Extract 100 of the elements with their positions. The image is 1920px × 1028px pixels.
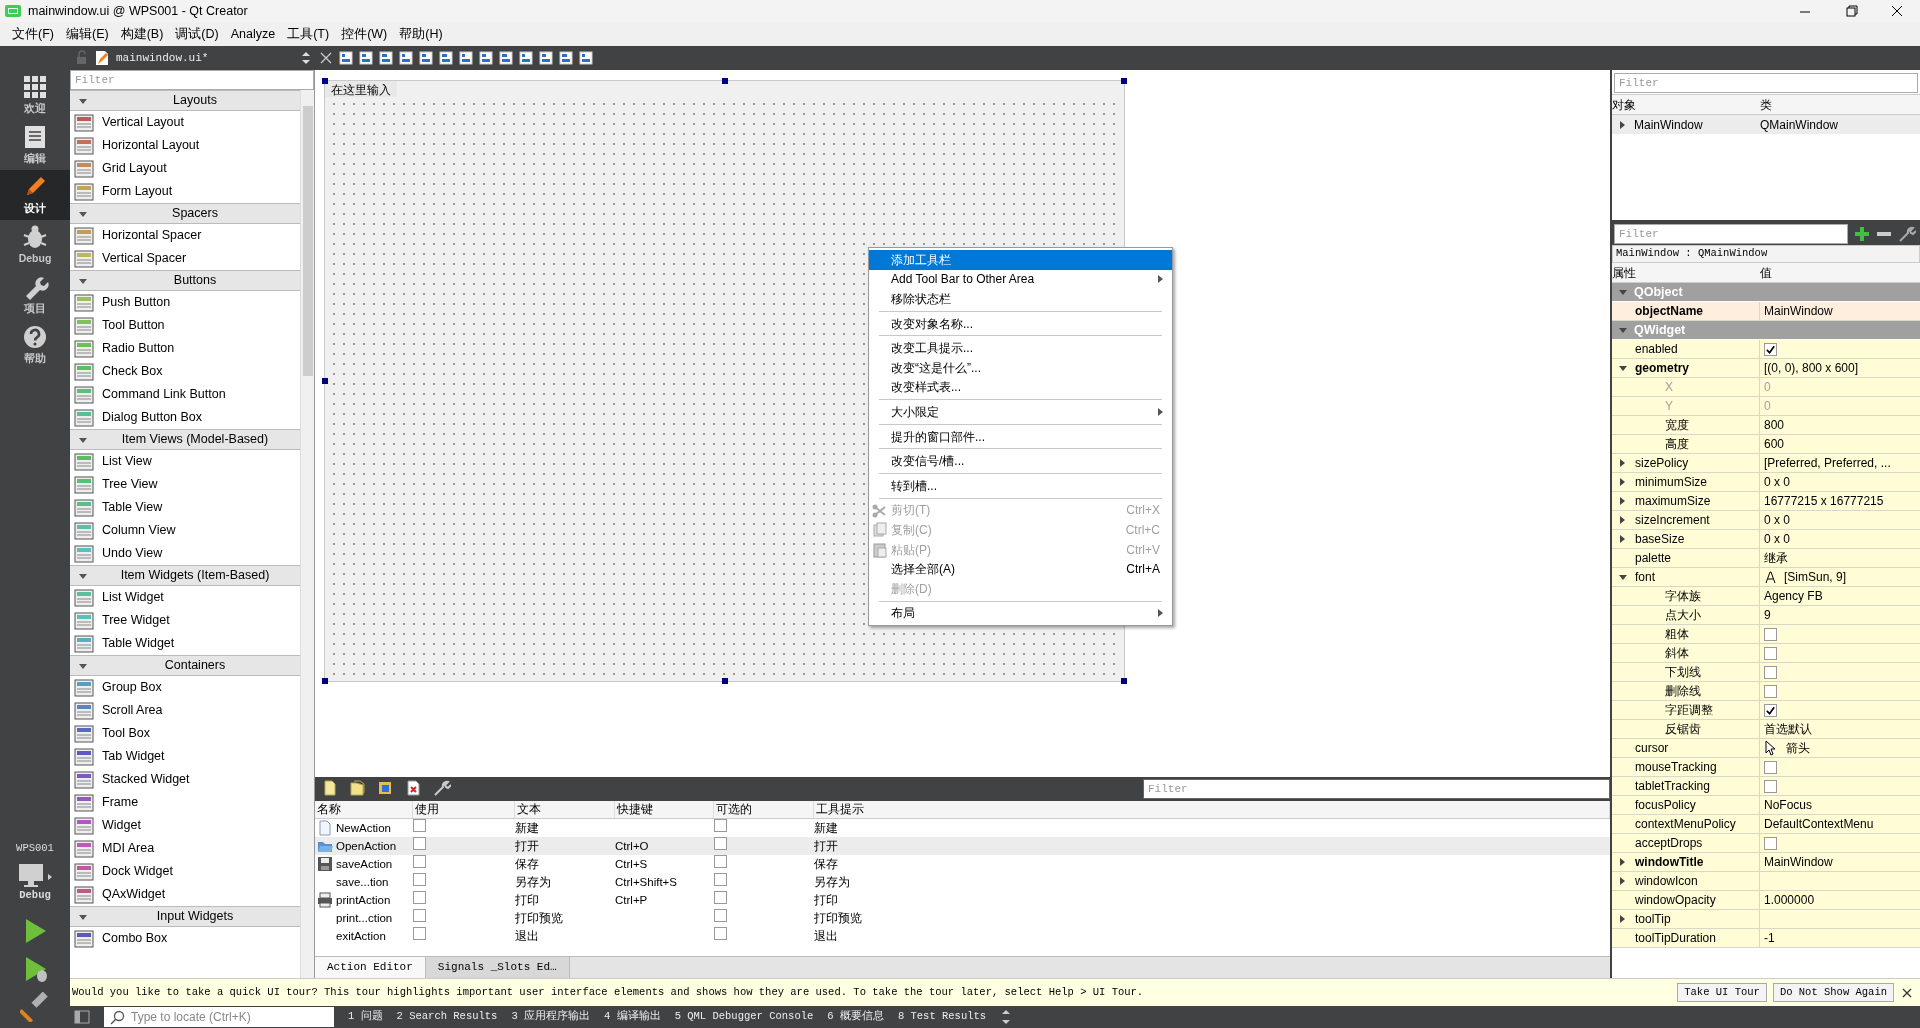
mode-button[interactable]: 编辑: [0, 120, 70, 170]
scrollbar-thumb[interactable]: [302, 106, 313, 376]
widget-item[interactable]: Horizontal Layout: [70, 134, 300, 157]
category-header[interactable]: Buttons: [70, 270, 300, 291]
widget-item[interactable]: Command Link Button: [70, 383, 300, 406]
widget-item[interactable]: Vertical Layout: [70, 111, 300, 134]
layout-tool-icon[interactable]: [458, 50, 474, 66]
widget-item[interactable]: Grid Layout: [70, 157, 300, 180]
widget-item[interactable]: Tool Button: [70, 314, 300, 337]
action-row[interactable]: print...ction 打印预览 打印预览: [315, 909, 1610, 927]
category-header[interactable]: Input Widgets: [70, 906, 300, 927]
wrench-icon[interactable]: [433, 780, 451, 798]
sidebar-toggle-icon[interactable]: [74, 1009, 90, 1025]
layout-tool-icon[interactable]: [418, 50, 434, 66]
checkbox[interactable]: [413, 873, 426, 886]
widget-item[interactable]: Form Layout: [70, 180, 300, 203]
tab[interactable]: Action Editor: [315, 957, 426, 978]
checkbox[interactable]: [1764, 627, 1777, 641]
new-file-icon[interactable]: [321, 780, 339, 798]
checkbox[interactable]: [1764, 760, 1777, 774]
category-header[interactable]: Item Views (Model-Based): [70, 429, 300, 450]
checkbox[interactable]: [1764, 684, 1777, 698]
column-header[interactable]: 名称: [315, 801, 413, 819]
action-row[interactable]: exitAction 退出 退出: [315, 927, 1610, 945]
menu-item[interactable]: Analyze: [224, 24, 282, 44]
output-pane-button[interactable]: 8 Test Results: [897, 1009, 987, 1025]
monitor-icon[interactable]: [16, 862, 54, 889]
up-down-arrows-icon[interactable]: [1000, 1009, 1013, 1025]
widget-item[interactable]: Column View: [70, 519, 300, 542]
file-name[interactable]: mainwindow.ui*: [116, 49, 209, 67]
checkbox[interactable]: [714, 909, 727, 922]
mode-button[interactable]: 项目: [0, 270, 70, 320]
column-header[interactable]: 值: [1760, 263, 1920, 282]
checkbox[interactable]: [413, 837, 426, 850]
menu-item[interactable]: 编辑(E): [59, 24, 115, 44]
widget-item[interactable]: Tree Widget: [70, 609, 300, 632]
menu-item[interactable]: 构建(B): [114, 24, 170, 44]
widget-item[interactable]: Horizontal Spacer: [70, 224, 300, 247]
checkbox[interactable]: [1764, 646, 1777, 660]
collapse-arrow-icon[interactable]: [1618, 363, 1628, 373]
menu-placeholder[interactable]: 在这里输入: [325, 81, 397, 97]
checkbox[interactable]: [413, 891, 426, 904]
output-pane-button[interactable]: 6 概要信息: [827, 1009, 884, 1025]
checkbox[interactable]: [1764, 665, 1777, 679]
widget-item[interactable]: List Widget: [70, 586, 300, 609]
widget-item[interactable]: Tool Box: [70, 722, 300, 745]
category-header[interactable]: Item Widgets (Item-Based): [70, 565, 300, 586]
column-header[interactable]: 可选的: [714, 801, 814, 819]
widget-item[interactable]: Stacked Widget: [70, 768, 300, 791]
column-header[interactable]: 类: [1760, 95, 1920, 114]
action-row[interactable]: save...tion 另存为 Ctrl+Shift+S 另存为: [315, 873, 1610, 891]
checkbox[interactable]: [413, 855, 426, 868]
action-row[interactable]: OpenAction 打开 Ctrl+O 打开: [315, 837, 1610, 855]
checkbox[interactable]: [714, 855, 727, 868]
widget-item[interactable]: Combo Box: [70, 927, 300, 950]
widget-item[interactable]: QAxWidget: [70, 883, 300, 906]
checkbox[interactable]: [413, 819, 426, 832]
menu-item[interactable]: 文件(F): [6, 24, 60, 44]
tree-row[interactable]: MainWindow QMainWindow: [1612, 115, 1920, 134]
checkbox[interactable]: [413, 909, 426, 922]
checkbox[interactable]: [714, 891, 727, 904]
tour-button[interactable]: Take UI Tour: [1677, 982, 1767, 1003]
menu-item[interactable]: 工具(T): [281, 24, 336, 44]
selection-handle[interactable]: [322, 78, 328, 84]
selection-handle[interactable]: [721, 78, 728, 84]
widget-item[interactable]: Frame: [70, 791, 300, 814]
layout-tool-icon[interactable]: [438, 50, 454, 66]
layout-tool-icon[interactable]: [538, 50, 554, 66]
widget-item[interactable]: Table View: [70, 496, 300, 519]
selection-handle[interactable]: [322, 378, 328, 384]
widget-item[interactable]: Push Button: [70, 291, 300, 314]
checkbox[interactable]: [1764, 342, 1777, 356]
mode-button[interactable]: 设计: [0, 170, 70, 220]
widget-item[interactable]: Check Box: [70, 360, 300, 383]
output-pane-button[interactable]: 2 Search Results: [396, 1009, 498, 1025]
action-row[interactable]: printAction 打印 Ctrl+P 打印: [315, 891, 1610, 909]
category-header[interactable]: Layouts: [70, 90, 300, 111]
mode-button[interactable]: 欢迎: [0, 70, 70, 120]
locator-field[interactable]: Type to locate (Ctrl+K): [104, 1007, 334, 1027]
selection-handle[interactable]: [721, 678, 728, 684]
widget-item[interactable]: Widget: [70, 814, 300, 837]
collapse-arrow-icon[interactable]: [1618, 325, 1628, 335]
mode-button[interactable]: 帮助: [0, 320, 70, 370]
widget-item[interactable]: Tab Widget: [70, 745, 300, 768]
checkbox[interactable]: [714, 927, 727, 940]
output-pane-button[interactable]: 1 问题: [348, 1009, 383, 1025]
layout-tool-icon[interactable]: [338, 50, 354, 66]
widget-item[interactable]: Radio Button: [70, 337, 300, 360]
plus-icon[interactable]: [1854, 226, 1870, 242]
category-header[interactable]: Spacers: [70, 203, 300, 224]
tree-item[interactable]: MainWindow: [1634, 115, 1703, 134]
checkbox[interactable]: [714, 873, 727, 886]
delete-file-icon[interactable]: [405, 780, 423, 798]
output-pane-button[interactable]: 5 QML Debugger Console: [674, 1009, 814, 1025]
checkbox[interactable]: [714, 837, 727, 850]
column-header[interactable]: 文本: [515, 801, 615, 819]
checkbox[interactable]: [1764, 779, 1777, 793]
column-header[interactable]: 使用: [413, 801, 515, 819]
widget-item[interactable]: Vertical Spacer: [70, 247, 300, 270]
layout-tool-icon[interactable]: [518, 50, 534, 66]
